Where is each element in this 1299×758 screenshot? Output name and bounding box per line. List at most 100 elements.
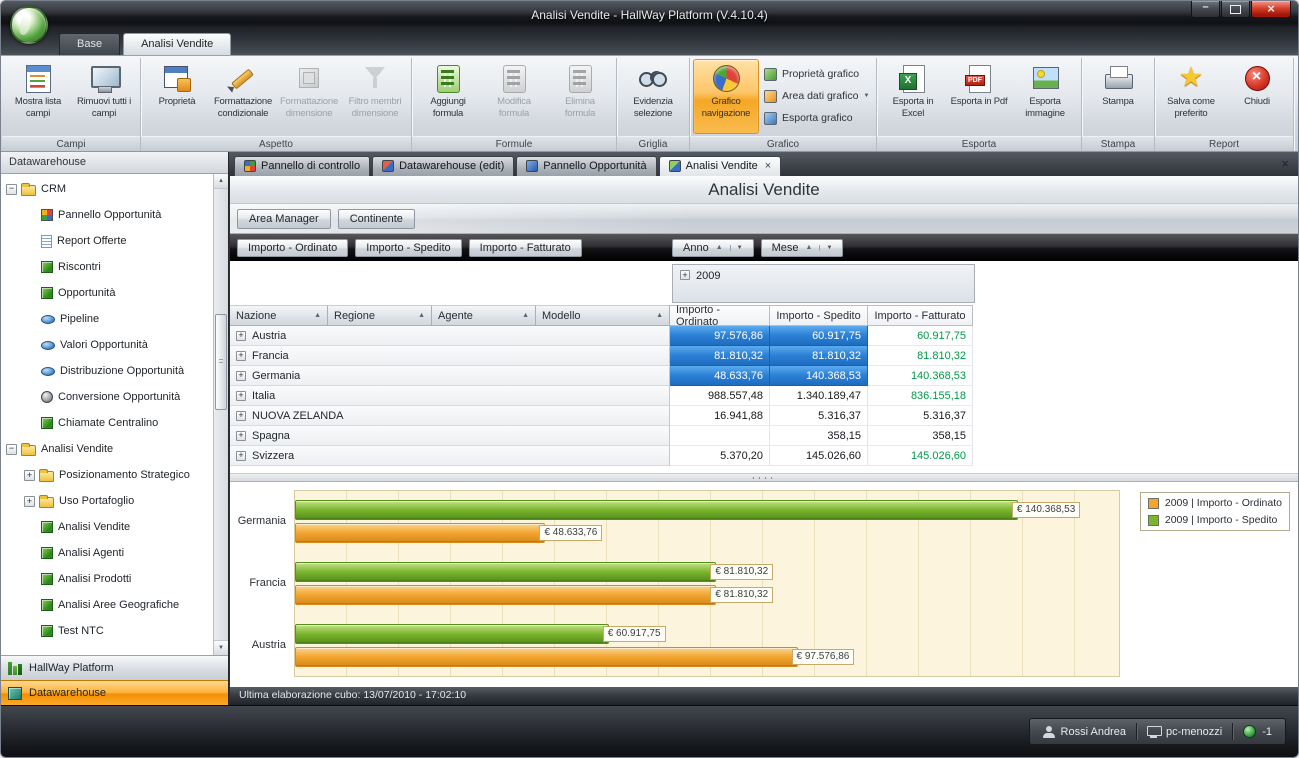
chart-bar[interactable]: € 81.810,32 — [295, 585, 716, 605]
tree-item-opportunità[interactable]: Opportunità — [1, 280, 212, 306]
tree-item-analisi-vendite[interactable]: Analisi Vendite — [1, 514, 212, 540]
tree-item-conversione-opportunità[interactable]: Conversione Opportunità — [1, 384, 212, 410]
salva-come-preferito-button[interactable]: Salva come preferito — [1158, 59, 1224, 134]
sidebar-footer-hallway-platform[interactable]: HallWay Platform — [1, 655, 228, 680]
value-cell[interactable]: 97.576,86 — [670, 326, 770, 346]
area-dati-grafico-button[interactable]: Area dati grafico — [759, 85, 873, 107]
close-button[interactable] — [1251, 1, 1291, 18]
value-cell[interactable]: 836.155,18 — [868, 386, 973, 406]
tree-scrollbar[interactable]: ▲ ▼ — [213, 174, 228, 655]
elimina-formula-button[interactable]: Elimina formula — [547, 59, 613, 134]
doc-tab-pannello-opportunità[interactable]: Pannello Opportunità — [516, 156, 656, 176]
row-label-cell[interactable]: Francia — [230, 346, 670, 366]
value-header-importo-spedito[interactable]: Importo - Spedito — [770, 305, 868, 326]
esporta-in-pdf-button[interactable]: Esporta in Pdf — [946, 59, 1012, 134]
value-cell[interactable]: 16.941,88 — [670, 406, 770, 426]
column-field-anno[interactable]: Anno — [672, 239, 754, 257]
doc-tab-datawarehouse-edit[interactable]: Datawarehouse (edit) — [372, 156, 514, 176]
expand-icon[interactable] — [236, 331, 246, 341]
value-cell[interactable]: 140.368,53 — [770, 366, 868, 386]
filter-field-continente[interactable]: Continente — [338, 209, 415, 229]
filter-field-area-manager[interactable]: Area Manager — [237, 209, 331, 229]
expand-icon[interactable] — [236, 411, 246, 421]
filter-dropdown-icon[interactable] — [819, 245, 832, 251]
stampa-button[interactable]: Stampa — [1085, 59, 1151, 134]
chart-bar[interactable]: € 81.810,32 — [295, 562, 716, 582]
close-document-icon[interactable]: × — [1281, 157, 1289, 170]
row-label-cell[interactable]: Svizzera — [230, 446, 670, 466]
chart-bar[interactable]: € 140.368,53 — [295, 500, 1018, 520]
column-group-2009[interactable]: 2009 — [672, 264, 975, 303]
formattazione-condizionale-button[interactable]: Formattazione condizionale — [210, 59, 276, 134]
row-label-cell[interactable]: Italia — [230, 386, 670, 406]
value-cell[interactable]: 140.368,53 — [868, 366, 973, 386]
row-field-header-nazione[interactable]: Nazione — [230, 305, 328, 326]
evidenzia-selezione-button[interactable]: Evidenzia selezione — [620, 59, 686, 134]
value-header-importo-fatturato[interactable]: Importo - Fatturato — [868, 305, 973, 326]
proprietà-button[interactable]: Proprietà — [144, 59, 210, 134]
collapse-icon[interactable] — [6, 184, 17, 195]
scrollbar-thumb[interactable] — [215, 314, 227, 410]
expand-icon[interactable] — [24, 496, 35, 507]
tree-item-riscontri[interactable]: Riscontri — [1, 254, 212, 280]
row-label-cell[interactable]: Austria — [230, 326, 670, 346]
expand-icon[interactable] — [236, 391, 246, 401]
tree-item-uso-portafoglio[interactable]: Uso Portafoglio — [1, 488, 212, 514]
value-cell[interactable]: 5.316,37 — [770, 406, 868, 426]
value-cell[interactable]: 1.340.189,47 — [770, 386, 868, 406]
tree-item-crm[interactable]: CRM — [1, 176, 212, 202]
close-tab-icon[interactable]: × — [765, 161, 771, 172]
chart-bar[interactable]: € 60.917,75 — [295, 624, 609, 644]
chiudi-button[interactable]: Chiudi — [1224, 59, 1290, 134]
data-field-importo-spedito[interactable]: Importo - Spedito — [355, 239, 461, 257]
esporta-grafico-button[interactable]: Esporta grafico — [759, 107, 873, 129]
row-field-header-agente[interactable]: Agente — [432, 305, 536, 326]
tree-item-test-ntc[interactable]: Test NTC — [1, 618, 212, 644]
row-label-cell[interactable]: Germania — [230, 366, 670, 386]
tree-item-analisi-vendite[interactable]: Analisi Vendite — [1, 436, 212, 462]
expand-icon[interactable] — [680, 270, 690, 280]
value-cell[interactable]: 81.810,32 — [868, 346, 973, 366]
filtro-membri-dimensione-button[interactable]: Filtro membri dimensione — [342, 59, 408, 134]
tree-item-pannello-opportunità[interactable]: Pannello Opportunità — [1, 202, 212, 228]
proprietà-grafico-button[interactable]: Proprietà grafico — [759, 63, 873, 85]
formattazione-dimensione-button[interactable]: Formattazione dimensione — [276, 59, 342, 134]
tree-item-pipeline[interactable]: Pipeline — [1, 306, 212, 332]
tree-item-analisi-agenti[interactable]: Analisi Agenti — [1, 540, 212, 566]
tree-item-distribuzione-opportunità[interactable]: Distribuzione Opportunità — [1, 358, 212, 384]
data-field-importo-ordinato[interactable]: Importo - Ordinato — [237, 239, 348, 257]
rimuovi-tutti-i-campi-button[interactable]: Rimuovi tutti i campi — [71, 59, 137, 134]
row-field-header-regione[interactable]: Regione — [328, 305, 432, 326]
column-field-mese[interactable]: Mese — [761, 239, 844, 257]
value-cell[interactable]: 988.557,48 — [670, 386, 770, 406]
grid-chart-splitter[interactable] — [230, 473, 1298, 482]
esporta-in-excel-button[interactable]: Esporta in Excel — [880, 59, 946, 134]
mostra-lista-campi-button[interactable]: Mostra lista campi — [5, 59, 71, 134]
app-tab-analisi-vendite[interactable]: Analisi Vendite — [123, 33, 231, 55]
value-cell[interactable]: 358,15 — [770, 426, 868, 446]
row-field-header-modello[interactable]: Modello — [536, 305, 670, 326]
sidebar-footer-datawarehouse[interactable]: Datawarehouse — [1, 680, 228, 705]
esporta-immagine-button[interactable]: Esporta immagine — [1012, 59, 1078, 134]
expand-icon[interactable] — [236, 451, 246, 461]
value-cell[interactable]: 358,15 — [868, 426, 973, 446]
value-cell[interactable]: 5.370,20 — [670, 446, 770, 466]
expand-icon[interactable] — [236, 351, 246, 361]
expand-icon[interactable] — [24, 470, 35, 481]
modifica-formula-button[interactable]: Modifica formula — [481, 59, 547, 134]
maximize-button[interactable] — [1221, 1, 1250, 18]
expand-icon[interactable] — [236, 371, 246, 381]
chart-bar[interactable]: € 48.633,76 — [295, 523, 545, 543]
data-field-importo-fatturato[interactable]: Importo - Fatturato — [469, 239, 582, 257]
scroll-up-icon[interactable]: ▲ — [214, 174, 228, 189]
tree-item-chiamate-centralino[interactable]: Chiamate Centralino — [1, 410, 212, 436]
tree-item-analisi-aree-geografiche[interactable]: Analisi Aree Geografiche — [1, 592, 212, 618]
value-cell[interactable]: 60.917,75 — [770, 326, 868, 346]
tree-item-posizionamento-strategico[interactable]: Posizionamento Strategico — [1, 462, 212, 488]
minimize-button[interactable] — [1191, 1, 1220, 18]
row-label-cell[interactable]: NUOVA ZELANDA — [230, 406, 670, 426]
row-label-cell[interactable]: Spagna — [230, 426, 670, 446]
grafico-navigazione-button[interactable]: Grafico navigazione — [693, 59, 759, 134]
value-cell[interactable]: 145.026,60 — [770, 446, 868, 466]
value-cell[interactable] — [670, 426, 770, 446]
